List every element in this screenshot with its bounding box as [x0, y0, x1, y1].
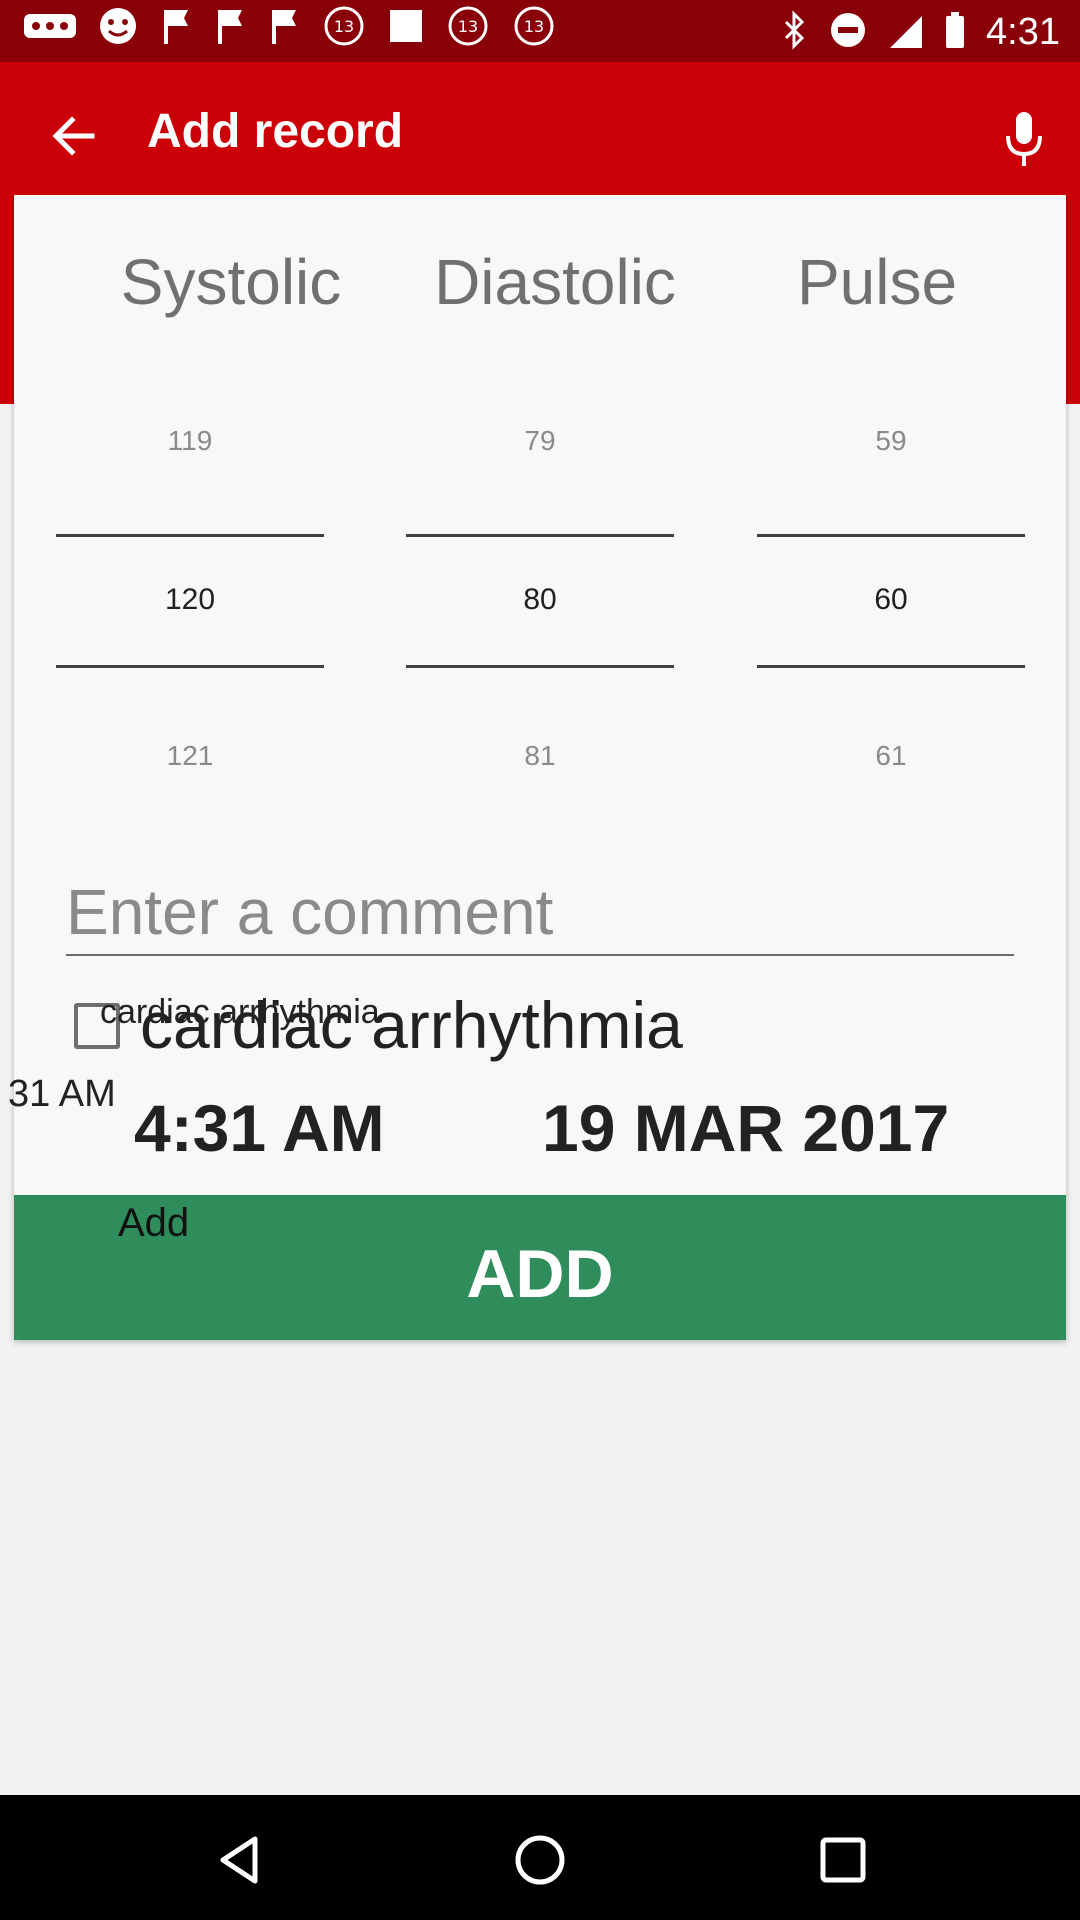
nav-recents-button[interactable] — [808, 1825, 878, 1895]
battery-icon — [944, 10, 966, 55]
more-dots-icon — [24, 8, 76, 57]
arrow-back-icon — [52, 116, 95, 156]
picker-prev-value[interactable]: 119 — [56, 425, 324, 457]
record-card: Systolic Diastolic Pulse 119 120 121 79 … — [8, 195, 1066, 1340]
bluetooth-icon — [780, 9, 808, 55]
picker-prev-value[interactable]: 79 — [406, 425, 674, 457]
time-picker[interactable]: 4:31 AM — [134, 1090, 385, 1166]
voice-input-button[interactable] — [988, 102, 1060, 174]
arrhythmia-label[interactable]: cardiac arrhythmia — [140, 987, 683, 1063]
recents-square-icon — [820, 1837, 866, 1883]
back-button[interactable] — [40, 102, 108, 170]
add-button-label[interactable]: ADD — [14, 1235, 1066, 1313]
diastolic-picker[interactable]: 79 80 81 — [406, 195, 674, 815]
notification-icons: 13 13 13 — [24, 6, 556, 59]
systolic-picker[interactable]: 119 120 121 — [56, 195, 324, 815]
nav-home-button[interactable] — [505, 1825, 575, 1895]
status-time: 4:31 — [986, 10, 1060, 53]
back-triangle-icon — [220, 1836, 258, 1884]
cell-signal-icon — [888, 10, 924, 55]
abc13-icon: 13 — [322, 6, 366, 59]
svg-text:13: 13 — [458, 17, 478, 36]
picker-divider — [757, 665, 1025, 668]
navigation-bar — [0, 1795, 1080, 1920]
abc13-icon: 13 — [446, 6, 490, 59]
home-circle-icon — [515, 1835, 565, 1885]
microphone-icon — [1006, 112, 1042, 166]
do-not-disturb-icon — [828, 10, 868, 55]
time-overlay-label: 31 AM — [8, 1073, 116, 1115]
comment-input[interactable] — [66, 870, 1014, 956]
face-icon — [98, 6, 138, 59]
picker-divider — [56, 665, 324, 668]
picker-divider — [56, 534, 324, 537]
picker-next-value[interactable]: 61 — [757, 740, 1025, 772]
picker-selected-value[interactable]: 120 — [56, 583, 324, 617]
svg-text:13: 13 — [524, 17, 544, 36]
picker-divider — [406, 665, 674, 668]
picker-next-value[interactable]: 121 — [56, 740, 324, 772]
system-status: 4:31 — [780, 8, 1060, 56]
svg-text:13: 13 — [334, 17, 354, 36]
picker-selected-value[interactable]: 60 — [757, 583, 1025, 617]
picker-next-value[interactable]: 81 — [406, 740, 674, 772]
stop-icon — [388, 6, 424, 59]
picker-selected-value[interactable]: 80 — [406, 583, 674, 617]
status-bar: 13 13 13 4:31 — [0, 0, 1080, 62]
picker-prev-value[interactable]: 59 — [757, 425, 1025, 457]
picker-divider — [757, 534, 1025, 537]
page-title: Add record — [147, 105, 404, 158]
flag-icon — [160, 6, 192, 59]
nav-back-button[interactable] — [205, 1825, 275, 1895]
pulse-picker[interactable]: 59 60 61 — [757, 195, 1025, 815]
abc13-icon: 13 — [512, 6, 556, 59]
picker-divider — [406, 534, 674, 537]
date-picker[interactable]: 19 MAR 2017 — [542, 1090, 949, 1166]
flag-icon — [268, 6, 300, 59]
flag-icon — [214, 6, 246, 59]
